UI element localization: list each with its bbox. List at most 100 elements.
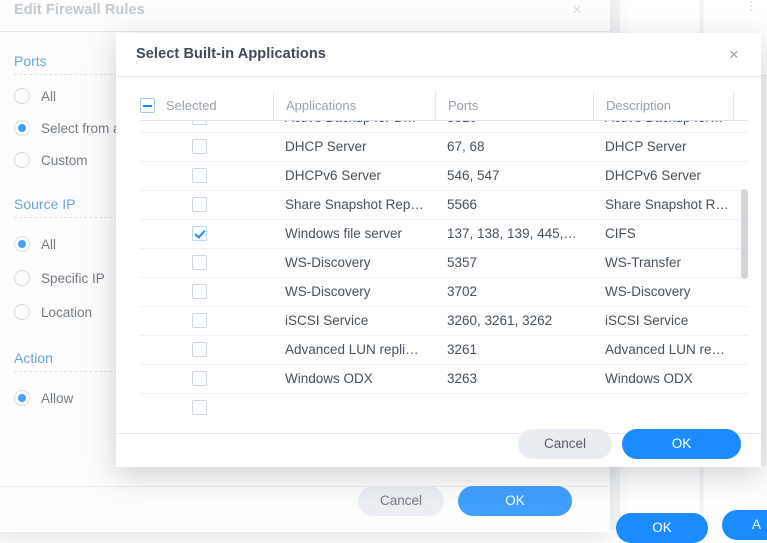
- radio-icon: [14, 304, 30, 320]
- radio-label: All: [41, 89, 56, 104]
- radio-ports-all[interactable]: All: [14, 86, 56, 106]
- table-row[interactable]: Advanced LUN repli… 3261 Advanced LUN re…: [140, 336, 748, 365]
- background-action-button[interactable]: A: [722, 510, 767, 540]
- table-body: Active Backup for B… 5510 Active Backup …: [140, 121, 748, 419]
- cell-ports: 137, 138, 139, 445,…: [435, 220, 591, 248]
- checkbox-icon-checked[interactable]: [192, 226, 207, 241]
- background-ok-button[interactable]: OK: [616, 513, 708, 543]
- cell-description: Advanced LUN re…: [593, 336, 733, 364]
- cell-application: Windows ODX: [273, 365, 433, 393]
- radio-action-allow[interactable]: Allow: [14, 388, 73, 408]
- checkbox-icon[interactable]: [192, 400, 207, 415]
- checkbox-icon[interactable]: [192, 313, 207, 328]
- column-header-applications[interactable]: Applications: [273, 91, 435, 120]
- background-panel-tile: [620, 0, 700, 21]
- scrollbar-thumb[interactable]: [741, 189, 748, 279]
- column-header-ports[interactable]: Ports: [435, 91, 593, 120]
- row-checkbox-cell[interactable]: [140, 365, 273, 393]
- radio-source-specific-ip[interactable]: Specific IP: [14, 268, 105, 288]
- cell-description: [593, 394, 733, 419]
- table-row[interactable]: Windows ODX 3263 Windows ODX: [140, 365, 748, 394]
- cell-ports: 3263: [435, 365, 591, 393]
- checkbox-icon[interactable]: [192, 139, 207, 154]
- row-checkbox-cell[interactable]: [140, 249, 273, 277]
- table-row[interactable]: Share Snapshot Rep… 5566 Share Snapshot …: [140, 191, 748, 220]
- table-row[interactable]: iSCSI Service 3260, 3261, 3262 iSCSI Ser…: [140, 307, 748, 336]
- column-header-spacer: [733, 91, 748, 120]
- table-scrollbar[interactable]: [740, 121, 748, 419]
- radio-label: Allow: [41, 391, 73, 406]
- row-checkbox-cell[interactable]: [140, 394, 273, 419]
- checkbox-icon[interactable]: [192, 168, 207, 183]
- row-checkbox-cell[interactable]: [140, 220, 273, 248]
- cell-application: Active Backup for B…: [273, 121, 433, 132]
- row-checkbox-cell[interactable]: [140, 307, 273, 335]
- cell-description: WS-Transfer: [593, 249, 733, 277]
- cell-description: DHCPv6 Server: [593, 162, 733, 190]
- section-title-action: Action: [14, 350, 53, 366]
- row-checkbox-cell[interactable]: [140, 336, 273, 364]
- cell-application: Share Snapshot Rep…: [273, 191, 433, 219]
- section-title-ports: Ports: [14, 53, 47, 69]
- close-icon[interactable]: ×: [723, 44, 745, 66]
- row-checkbox-cell[interactable]: [140, 133, 273, 161]
- ok-button[interactable]: OK: [458, 486, 572, 516]
- cell-description: iSCSI Service: [593, 307, 733, 335]
- radio-icon: [14, 152, 30, 168]
- radio-source-all[interactable]: All: [14, 234, 56, 254]
- table-row[interactable]: DHCPv6 Server 546, 547 DHCPv6 Server: [140, 162, 748, 191]
- table-row-selected[interactable]: Windows file server 137, 138, 139, 445,……: [140, 220, 748, 249]
- close-icon[interactable]: ×: [566, 0, 588, 21]
- cell-ports: 5357: [435, 249, 591, 277]
- cell-ports: 5566: [435, 191, 591, 219]
- radio-label: Location: [41, 305, 92, 320]
- cell-ports: 5510: [435, 121, 591, 132]
- table-row[interactable]: DHCP Server 67, 68 DHCP Server: [140, 133, 748, 162]
- ok-button[interactable]: OK: [622, 429, 741, 459]
- table-row[interactable]: WS-Discovery 5357 WS-Transfer: [140, 249, 748, 278]
- background-panel-tile: [704, 0, 767, 15]
- cell-application: [273, 394, 433, 419]
- cell-ports: 3702: [435, 278, 591, 306]
- cell-description: Share Snapshot R…: [593, 191, 733, 219]
- section-title-source-ip: Source IP: [14, 196, 75, 212]
- radio-icon: [14, 270, 30, 286]
- row-checkbox-cell[interactable]: [140, 191, 273, 219]
- cell-description: CIFS: [593, 220, 733, 248]
- checkbox-icon[interactable]: [192, 121, 207, 125]
- radio-icon: [14, 88, 30, 104]
- row-checkbox-cell[interactable]: [140, 278, 273, 306]
- radio-source-location[interactable]: Location: [14, 302, 92, 322]
- cell-ports: 3261: [435, 336, 591, 364]
- cancel-button[interactable]: Cancel: [358, 486, 444, 516]
- dialog-title: Select Built-in Applications: [136, 46, 326, 62]
- radio-label: All: [41, 237, 56, 252]
- checkbox-icon[interactable]: [192, 255, 207, 270]
- cancel-button[interactable]: Cancel: [518, 429, 612, 459]
- cell-ports: [435, 394, 591, 419]
- cell-description: WS-Discovery: [593, 278, 733, 306]
- cell-ports: 3260, 3261, 3262: [435, 307, 591, 335]
- checkbox-icon[interactable]: [192, 197, 207, 212]
- column-header-label: Selected: [166, 98, 217, 113]
- radio-icon-selected: [14, 390, 30, 406]
- cell-description: Active Backup for…: [593, 121, 733, 132]
- checkbox-icon[interactable]: [192, 371, 207, 386]
- row-checkbox-cell[interactable]: [140, 121, 273, 132]
- column-header-description[interactable]: Description: [593, 91, 733, 120]
- cell-application: DHCPv6 Server: [273, 162, 433, 190]
- checkbox-icon[interactable]: [192, 342, 207, 357]
- column-header-selected[interactable]: Selected: [140, 91, 273, 120]
- table-header-row: Selected Applications Ports Description: [140, 91, 748, 121]
- cell-application: DHCP Server: [273, 133, 433, 161]
- checkbox-icon[interactable]: [192, 284, 207, 299]
- select-all-checkbox-indeterminate-icon[interactable]: [140, 98, 155, 113]
- table-row[interactable]: [140, 394, 748, 419]
- radio-icon-selected: [14, 120, 30, 136]
- table-row[interactable]: Active Backup for B… 5510 Active Backup …: [140, 121, 748, 133]
- select-builtin-applications-dialog: Select Built-in Applications × Selected …: [116, 33, 761, 467]
- overflow-menu-icon[interactable]: ⋮: [745, 2, 757, 10]
- row-checkbox-cell[interactable]: [140, 162, 273, 190]
- table-row[interactable]: WS-Discovery 3702 WS-Discovery: [140, 278, 748, 307]
- radio-ports-custom[interactable]: Custom: [14, 150, 88, 170]
